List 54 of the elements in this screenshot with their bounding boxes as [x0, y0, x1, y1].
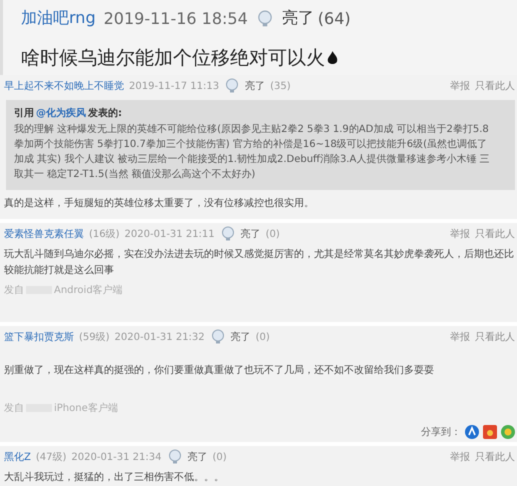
- like-count: (0): [266, 228, 280, 240]
- quote-label: 引用: [14, 107, 34, 120]
- like-button[interactable]: 亮了: [282, 8, 314, 29]
- lightbulb-icon[interactable]: [220, 226, 236, 242]
- author-link[interactable]: 黑化Z: [4, 450, 31, 464]
- reply-time: 2020-01-31 21:34: [71, 452, 162, 462]
- user-level: (47级): [36, 451, 66, 464]
- like-button[interactable]: 亮了: [188, 450, 208, 464]
- action-link[interactable]: 举报: [450, 450, 470, 464]
- post-text: 啥时候乌迪尔能加个位移绝对可以火: [21, 46, 325, 71]
- user-link[interactable]: @化为疾风: [36, 106, 86, 120]
- action-link[interactable]: 只看此人: [475, 330, 515, 344]
- like-count: (0): [212, 452, 227, 462]
- reply-text: 大乱斗我玩过，挺猛的，出了三相伤害不低。。。: [4, 470, 225, 485]
- reply-time: 2020-01-31 21:32: [114, 332, 205, 342]
- share-icon[interactable]: [501, 425, 515, 439]
- like-button[interactable]: 亮了: [240, 227, 261, 241]
- share-label: 分享到：: [421, 426, 461, 439]
- like-count: (35): [270, 80, 291, 92]
- share-icon[interactable]: [465, 425, 479, 439]
- user-level: (16级): [89, 228, 120, 241]
- author-link[interactable]: 加油吧rng: [21, 8, 96, 29]
- share-icon[interactable]: [483, 425, 497, 439]
- like-button[interactable]: 亮了: [230, 330, 251, 344]
- lightbulb-icon[interactable]: [210, 329, 226, 345]
- like-button[interactable]: 亮了: [245, 79, 266, 93]
- flame-icon: [327, 50, 338, 66]
- reply-text: 玩大乱斗随到乌迪尔必摇，实在没办法进去玩的时候又感觉挺厉害的，尤其是经常莫名其妙虎拳袭死人，后期也还比较能抗能打就是这么回事: [4, 248, 515, 278]
- quote-label: 发表的:: [88, 106, 122, 120]
- source-label: 发自: [4, 402, 24, 415]
- action-link[interactable]: 只看此人: [475, 227, 515, 241]
- like-count: (64): [318, 9, 351, 28]
- quote-text: 我的理解 这种爆发无上限的英雄不可能给位移(原因参见主贴2拳2 5拳3 1.9的AD加成 可以相当于2拳打5.8拳加两个技能伤害 5拳打10.7拳加三个技能伤害) 官方给的补偿是16~18级可以把技能升6级(虽然也调低了加成 其实) 我个人建议 被动三层给一个能接受的1.韧性加成2.Debuff消除3.A人提供微量移速参考小木锤 三取其一 稳定T2-T1.5(当然 额值没那么高这个不太好办): [14, 122, 491, 182]
- source-label: iPhone客户端: [54, 402, 118, 415]
- lightbulb-icon[interactable]: [256, 10, 274, 28]
- source-label: Android客户端: [54, 284, 123, 297]
- action-link[interactable]: 举报: [450, 330, 470, 344]
- author-link[interactable]: 爱素怪兽克素任翼: [4, 227, 84, 241]
- reply-time: 2020-01-31 21:11: [124, 228, 215, 240]
- action-link[interactable]: 只看此人: [475, 79, 515, 93]
- author-link[interactable]: 篮下暴扣贾克斯: [4, 330, 74, 344]
- reply-text: 真的是这样，手短腿短的英雄位移太重要了，没有位移减控也很实用。: [4, 196, 315, 211]
- user-level: (59级): [79, 331, 110, 344]
- like-count: (0): [256, 332, 270, 342]
- post-time: 2019-11-16 18:54: [104, 9, 248, 28]
- reply-time: 2019-11-17 11:13: [129, 80, 220, 92]
- action-link[interactable]: 举报: [450, 227, 470, 241]
- reply-text: 别重做了，现在这样真的挺强的，你们要重做真重做了也玩不了几局，还不如不改留给我们多耍耍: [4, 364, 435, 378]
- action-link[interactable]: 只看此人: [475, 450, 515, 464]
- lightbulb-icon[interactable]: [224, 78, 240, 94]
- source-label: 发自: [4, 284, 24, 297]
- lightbulb-icon[interactable]: [166, 449, 183, 465]
- action-link[interactable]: 举报: [450, 79, 470, 93]
- author-link[interactable]: 早上起不来不如晚上不睡觉: [4, 79, 124, 93]
